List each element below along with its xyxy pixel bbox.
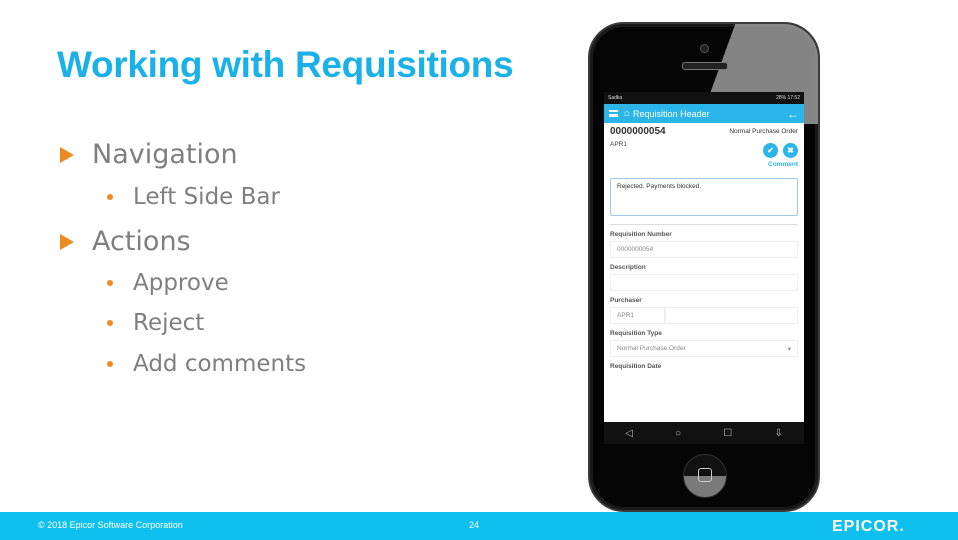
sub-bullet-label: Approve	[133, 270, 229, 296]
carrier-label: Sadka	[608, 95, 623, 101]
camera-icon	[700, 44, 709, 53]
sub-bullet-left-side-bar: Left Side Bar	[107, 184, 280, 210]
bullet-label: Navigation	[92, 139, 238, 170]
requisition-type-label: Requisition Type	[610, 330, 662, 337]
arrow-left-icon[interactable]: ←	[787, 107, 799, 121]
app-bar: ⌂ Requisition Header ←	[604, 104, 804, 123]
home-button[interactable]	[683, 454, 727, 498]
bullet-navigation: Navigation	[60, 139, 238, 170]
page-number: 24	[469, 520, 480, 530]
comment-textarea[interactable]: Rejected. Payments blocked.	[610, 178, 798, 216]
requisition-type-select[interactable]: Normal Purchase Order ▾	[610, 340, 798, 357]
sub-bullet-add-comments: Add comments	[107, 351, 306, 377]
description-label: Description	[610, 264, 646, 271]
sub-bullet-approve: Approve	[107, 270, 229, 296]
requisition-type-value: Normal Purchase Order	[617, 345, 686, 352]
requisition-user: APR1	[610, 141, 627, 148]
sub-bullet-label: Reject	[133, 310, 205, 336]
app-bar-title: Requisition Header	[633, 108, 710, 119]
sub-bullet-label: Add comments	[133, 351, 307, 377]
dot-bullet-icon	[107, 320, 113, 326]
sub-bullet-reject: Reject	[107, 310, 204, 336]
comment-link[interactable]: Comment	[768, 161, 798, 168]
triangle-bullet-icon	[60, 146, 74, 163]
requisition-number-label: Requisition Number	[610, 231, 672, 238]
dot-bullet-icon	[107, 361, 113, 367]
purchaser-label: Purchaser	[610, 297, 642, 304]
dot-bullet-icon	[107, 194, 113, 200]
description-field[interactable]	[610, 274, 798, 291]
recent-apps-icon[interactable]: ☐	[723, 428, 732, 439]
home-square-icon	[698, 468, 712, 482]
phone-mockup: Sadka 28% 17:52 ⌂ Requisition Header ← 0…	[588, 22, 820, 512]
download-icon[interactable]: ⇩	[774, 428, 782, 439]
divider	[610, 224, 798, 225]
requisition-type: Normal Purchase Order	[729, 128, 798, 135]
home-nav-icon[interactable]: ○	[675, 428, 681, 439]
speaker-grille	[682, 62, 728, 70]
sub-bullet-label: Left Side Bar	[133, 184, 280, 210]
purchaser-id-field[interactable]: APR1	[610, 307, 665, 324]
battery-time: 28% 17:52	[776, 95, 800, 101]
requisition-number-field[interactable]: 0000000054	[610, 241, 798, 258]
status-bar: Sadka 28% 17:52	[604, 92, 804, 104]
dot-bullet-icon	[107, 280, 113, 286]
android-nav-bar: ◁ ○ ☐ ⇩	[604, 422, 804, 444]
bullet-label: Actions	[92, 226, 191, 257]
requisition-number: 0000000054	[610, 126, 666, 137]
triangle-bullet-icon	[60, 233, 74, 250]
approve-button[interactable]: ✔	[763, 143, 778, 158]
requisition-date-label: Requisition Date	[610, 363, 662, 370]
purchaser-name-field[interactable]	[665, 307, 798, 324]
copyright-text: © 2018 Epicor Software Corporation	[38, 520, 183, 530]
home-icon[interactable]: ⌂	[624, 108, 630, 119]
reject-button[interactable]: ✖	[783, 143, 798, 158]
epicor-logo: EPICOR.	[832, 518, 905, 535]
hamburger-icon[interactable]	[609, 110, 618, 117]
requisition-header: 0000000054 Normal Purchase Order APR1 ✔ …	[604, 123, 804, 178]
footer-bar: © 2018 Epicor Software Corporation 24 EP…	[0, 512, 958, 540]
back-nav-icon[interactable]: ◁	[625, 428, 633, 439]
slide-title: Working with Requisitions	[57, 44, 514, 85]
bullet-actions: Actions	[60, 226, 191, 257]
dropdown-arrow-icon: ▾	[787, 346, 791, 353]
purchaser-row: APR1	[610, 307, 798, 324]
phone-screen: Sadka 28% 17:52 ⌂ Requisition Header ← 0…	[604, 92, 804, 444]
